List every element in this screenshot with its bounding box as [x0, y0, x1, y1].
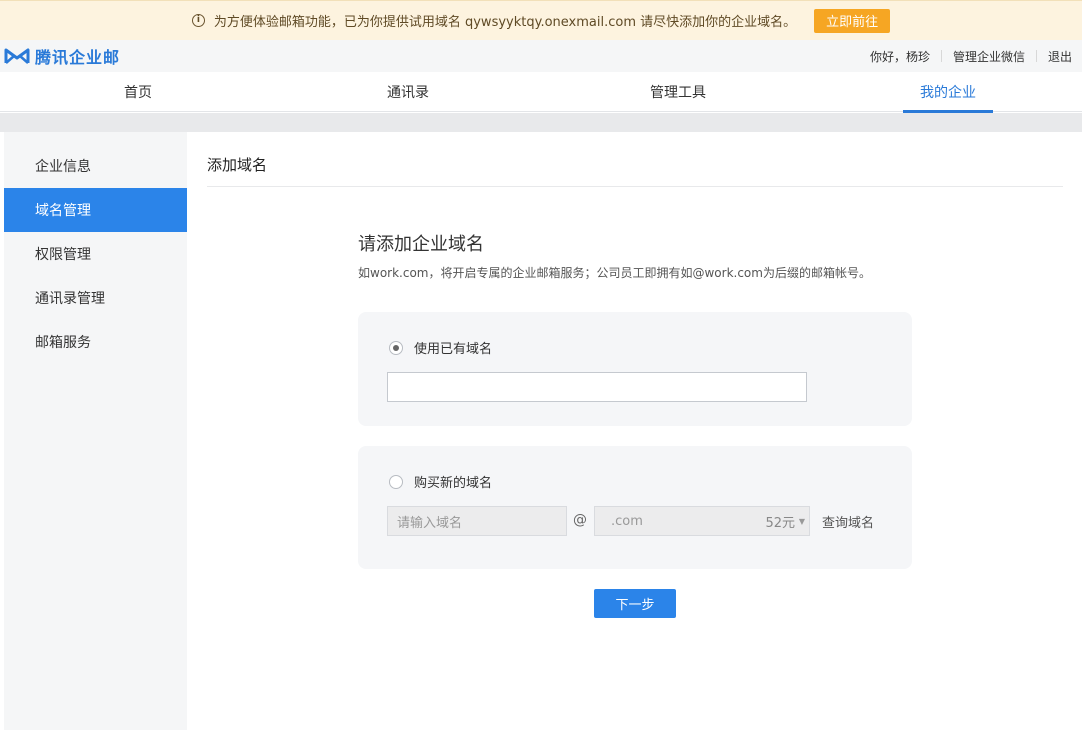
- buy-domain-label: 购买新的域名: [414, 476, 493, 491]
- sidebar-item-mail-service[interactable]: 邮箱服务: [4, 320, 187, 364]
- form-description: 如work.com，将开启专属的企业邮箱服务；公司员工即拥有如@work.com…: [358, 266, 871, 280]
- buy-domain-card: 购买新的域名 请输入域名 @ .com 52元 ▼ 查询域名: [358, 446, 912, 569]
- page-title: 添加域名: [207, 156, 268, 174]
- existing-domain-card: 使用已有域名: [358, 312, 912, 426]
- divider: [207, 186, 1063, 187]
- sidebar-item-permissions[interactable]: 权限管理: [4, 232, 187, 276]
- divider: [940, 50, 942, 62]
- radio-dot: [393, 344, 399, 351]
- logo[interactable]: 腾讯企业邮: [4, 44, 120, 68]
- main-nav: 首页 通讯录 管理工具 我的企业: [0, 72, 1082, 113]
- domain-price: 52元: [765, 515, 795, 531]
- tab-contacts[interactable]: 通讯录: [358, 72, 458, 112]
- existing-domain-option[interactable]: 使用已有域名: [389, 338, 492, 357]
- sidebar-item-company-info[interactable]: 企业信息: [4, 144, 187, 188]
- sidebar-item-contacts-management[interactable]: 通讯录管理: [4, 276, 187, 320]
- notice-text: 为方便体验邮箱功能，已为你提供试用域名 qywsyyktqy.onexmail.…: [213, 15, 797, 30]
- radio-checked[interactable]: [389, 340, 403, 355]
- tab-my-company[interactable]: 我的企业: [903, 72, 993, 113]
- buy-domain-option[interactable]: 购买新的域名: [389, 472, 492, 491]
- domain-input[interactable]: [387, 372, 807, 402]
- next-step-button[interactable]: 下一步: [594, 589, 676, 618]
- user-greeting: 你好，杨珍: [869, 49, 930, 64]
- existing-domain-label: 使用已有域名: [414, 342, 493, 357]
- go-now-button[interactable]: 立即前往: [814, 8, 891, 33]
- notice-bar: i 为方便体验邮箱功能，已为你提供试用域名 qywsyyktqy.onexmai…: [0, 0, 1082, 40]
- new-domain-input[interactable]: 请输入域名: [387, 506, 567, 536]
- domain-suffix-select[interactable]: .com 52元 ▼: [594, 506, 810, 536]
- top-header: 腾讯企业邮 你好，杨珍 管理企业微信 退出: [0, 40, 1082, 72]
- divider: [1035, 50, 1037, 62]
- sidebar-item-domain-management[interactable]: 域名管理: [4, 188, 187, 232]
- logo-icon: [4, 48, 30, 64]
- query-domain-link[interactable]: 查询域名: [822, 512, 874, 531]
- header-user-area: 你好，杨珍 管理企业微信 退出: [870, 40, 1072, 72]
- logo-text: 腾讯企业邮: [35, 48, 121, 67]
- tab-home[interactable]: 首页: [88, 72, 188, 112]
- page-band: [0, 113, 1082, 132]
- chevron-down-icon: ▼: [798, 516, 805, 526]
- manage-wechat-link[interactable]: 管理企业微信: [953, 48, 1025, 65]
- at-sign: @: [573, 512, 587, 528]
- logout-link[interactable]: 退出: [1048, 48, 1072, 65]
- radio-unchecked[interactable]: [389, 474, 403, 489]
- info-icon: i: [191, 14, 205, 27]
- sidebar: 企业信息 域名管理 权限管理 通讯录管理 邮箱服务: [4, 132, 187, 730]
- form-heading: 请添加企业域名: [358, 234, 484, 255]
- main-content: 添加域名 请添加企业域名 如work.com，将开启专属的企业邮箱服务；公司员工…: [187, 132, 1082, 730]
- domain-suffix: .com: [611, 513, 643, 529]
- tab-admin-tools[interactable]: 管理工具: [628, 72, 728, 112]
